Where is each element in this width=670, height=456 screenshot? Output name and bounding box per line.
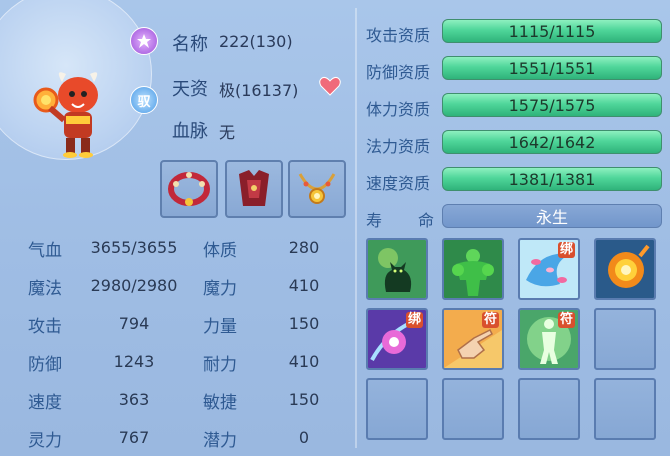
- fireball-icon: [596, 240, 654, 298]
- skill-tag-5: 绑: [405, 312, 423, 328]
- skill-slot-5[interactable]: 绑: [366, 308, 428, 370]
- heart-icon[interactable]: [319, 76, 341, 96]
- stat-label-mp: 魔法: [28, 279, 62, 299]
- pet-info-panel: 驭 名称 222(130) 天资 极(16137) 血脉 无 气血 3655/3…: [0, 0, 356, 456]
- name-value[interactable]: 222(130): [219, 32, 293, 51]
- qual-value-speed: 1381/1381: [508, 169, 596, 189]
- qual-value-mana: 1642/1642: [508, 132, 596, 152]
- attr-label-constitution: 体质: [203, 241, 237, 261]
- talent-label: 天资: [172, 79, 208, 100]
- attr-label-endurance: 耐力: [203, 355, 237, 375]
- talent-value: 极(16137): [219, 81, 299, 100]
- qual-bar-attack: 1115/1115: [442, 19, 662, 43]
- armor-icon: [239, 170, 269, 206]
- ride-badge[interactable]: 驭: [130, 86, 158, 114]
- stat-value-speed: 363: [118, 390, 150, 409]
- skill-slot-10[interactable]: [442, 378, 504, 440]
- bloodline-label: 血脉: [172, 121, 208, 142]
- qual-label-attack: 攻击资质: [366, 26, 431, 45]
- stat-value-spirit: 767: [118, 428, 150, 447]
- lifespan-label-b: 命: [418, 211, 435, 230]
- skill-slot-7[interactable]: 符: [518, 308, 580, 370]
- skill-slot-12[interactable]: [594, 378, 656, 440]
- attr-label-strength: 力量: [203, 317, 237, 337]
- collar-icon: [168, 172, 210, 206]
- skill-slot-8[interactable]: [594, 308, 656, 370]
- skill-tag-3: 绑: [557, 242, 575, 258]
- qual-bar-speed: 1381/1381: [442, 167, 662, 191]
- attr-label-agility: 敏捷: [203, 393, 237, 413]
- skill-slot-6[interactable]: 符: [442, 308, 504, 370]
- qual-label-defense: 防御资质: [366, 63, 431, 82]
- stat-label-spirit: 灵力: [28, 431, 62, 451]
- equip-slot-collar[interactable]: [160, 160, 218, 218]
- lifespan-value: 永生: [535, 208, 568, 227]
- stat-label-attack: 攻击: [28, 317, 62, 337]
- attr-value-endurance: 410: [288, 352, 320, 371]
- stat-label-speed: 速度: [28, 393, 62, 413]
- skill-slot-4[interactable]: [594, 238, 656, 300]
- necklace-icon: [298, 173, 336, 204]
- stat-label-hp: 气血: [28, 241, 62, 261]
- qual-bar-stamina: 1575/1575: [442, 93, 662, 117]
- attr-label-magic: 魔力: [203, 279, 237, 299]
- qual-value-defense: 1551/1551: [508, 58, 596, 78]
- stat-value-mp: 2980/2980: [90, 276, 178, 295]
- name-label: 名称: [172, 34, 208, 55]
- skill-slot-11[interactable]: [518, 378, 580, 440]
- qual-bar-mana: 1642/1642: [442, 130, 662, 154]
- panel-divider: [355, 8, 357, 448]
- qual-label-stamina: 体力资质: [366, 100, 431, 119]
- attr-value-constitution: 280: [288, 238, 320, 257]
- qual-value-stamina: 1575/1575: [508, 95, 596, 115]
- skill-slot-2[interactable]: [442, 238, 504, 300]
- equip-slot-necklace[interactable]: [288, 160, 346, 218]
- ride-badge-text: 驭: [137, 94, 151, 110]
- skill-slot-9[interactable]: [366, 378, 428, 440]
- skill-tag-7: 符: [557, 312, 575, 328]
- qual-label-mana: 法力资质: [366, 137, 431, 156]
- attr-value-agility: 150: [288, 390, 320, 409]
- stat-label-defense: 防御: [28, 355, 62, 375]
- green-muscle-icon: [444, 240, 502, 298]
- cat-silhouette-icon: [368, 240, 426, 298]
- equip-slot-armor[interactable]: [225, 160, 283, 218]
- attr-value-magic: 410: [288, 276, 320, 295]
- attr-value-strength: 150: [288, 314, 320, 333]
- attr-label-potential: 潜力: [203, 431, 237, 451]
- skill-slot-3[interactable]: 绑: [518, 238, 580, 300]
- bloodline-value: 无: [219, 123, 236, 142]
- qual-value-attack: 1115/1115: [508, 21, 596, 41]
- stat-value-hp: 3655/3655: [90, 238, 178, 257]
- lifespan-label-a: 寿: [366, 211, 383, 230]
- lifespan-bar: 永生: [442, 204, 662, 228]
- qual-bar-defense: 1551/1551: [442, 56, 662, 80]
- skill-slot-1[interactable]: [366, 238, 428, 300]
- skill-tag-6: 符: [481, 312, 499, 328]
- purple-emblem-icon[interactable]: [130, 27, 158, 55]
- stat-value-attack: 794: [118, 314, 150, 333]
- qual-label-speed: 速度资质: [366, 174, 431, 193]
- pet-figure-icon: [33, 72, 98, 158]
- attr-value-potential: 0: [298, 428, 310, 447]
- stat-value-defense: 1243: [113, 352, 155, 371]
